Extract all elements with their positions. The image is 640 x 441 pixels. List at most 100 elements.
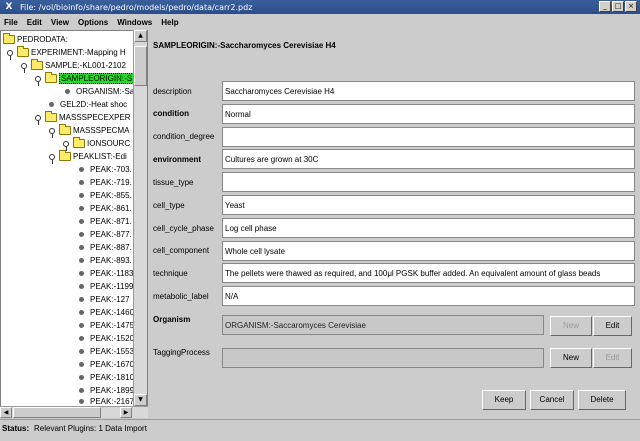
expand-toggle-icon[interactable] (35, 114, 41, 125)
tree-node[interactable]: PEAK:-877. (79, 228, 132, 241)
leaf-icon (79, 219, 84, 224)
tree-node[interactable]: GEL2D:-Heat shoc (49, 98, 127, 111)
leaf-icon (79, 375, 84, 380)
menubar: File Edit View Options Windows Help (0, 14, 640, 30)
leaf-icon (49, 102, 54, 107)
condition-field[interactable]: Normal (222, 104, 635, 124)
field-label-condition-degree: condition_degree (153, 132, 215, 141)
menu-windows[interactable]: Windows (117, 18, 152, 27)
status-bar: Status: Relevant Plugins: 1 Data Import (0, 419, 640, 441)
menu-edit[interactable]: Edit (27, 18, 42, 27)
tree-vertical-scrollbar[interactable]: ▲ ▼ (133, 30, 147, 408)
window-titlebar: X File: /vol/bioinfo/share/pedro/models/… (0, 0, 640, 14)
tagging-edit-button[interactable]: Edit (593, 348, 632, 368)
tree-horizontal-scrollbar[interactable]: ◀ ▶ (0, 406, 148, 418)
folder-icon (17, 46, 29, 57)
expand-toggle-icon[interactable] (35, 75, 41, 86)
cancel-button[interactable]: Cancel (530, 390, 574, 410)
field-label-organism: Organism (153, 315, 191, 324)
leaf-icon (79, 349, 84, 354)
tree-node[interactable]: SAMPLE:-KL001-2102 (21, 59, 126, 73)
tagging-new-button[interactable]: New (550, 348, 592, 368)
tree-node[interactable]: PEAK:-1199 (79, 280, 133, 293)
tree-node[interactable]: EXPERIMENT:-Mapping H (7, 46, 126, 60)
scroll-thumb[interactable] (13, 407, 101, 418)
environment-field[interactable]: Cultures are grown at 30C (222, 149, 635, 169)
scroll-up-icon[interactable]: ▲ (134, 30, 147, 42)
tagging-process-field (222, 348, 544, 368)
leaf-icon (79, 388, 84, 393)
leaf-icon (79, 310, 84, 315)
tissue-type-field[interactable] (222, 172, 635, 192)
folder-icon (59, 150, 71, 161)
tree-node[interactable]: PEAK:-127 (79, 293, 130, 306)
scroll-right-icon[interactable]: ▶ (120, 407, 132, 418)
tree-node[interactable]: PEAK:-893. (79, 254, 132, 267)
tree-node[interactable]: IONSOURC (63, 137, 130, 151)
tree-node[interactable]: PEAK:-887. (79, 241, 132, 254)
leaf-icon (79, 206, 84, 211)
tree-panel: PEDRODATA: EXPERIMENT:-Mapping H SAMPLE:… (0, 30, 148, 408)
tree-node[interactable]: PEAK:-719. (79, 176, 132, 189)
tree-node[interactable]: MASSSPECEXPER (35, 111, 131, 125)
tree-node[interactable]: ORGANISM:-Sa (65, 85, 134, 98)
description-field[interactable]: Saccharomyces Cerevisiae H4 (222, 81, 635, 101)
scroll-thumb[interactable] (134, 46, 147, 86)
close-button[interactable]: × (625, 1, 637, 12)
tree-node[interactable]: PEAK:-1460 (79, 306, 134, 319)
cell-component-field[interactable]: Whole cell lysate (222, 241, 635, 261)
tree-node[interactable]: PEAK:-1520 (79, 332, 134, 345)
menu-help[interactable]: Help (161, 18, 178, 27)
leaf-icon (79, 323, 84, 328)
tree-node[interactable]: PEAK:-855. (79, 189, 132, 202)
delete-button[interactable]: Delete (578, 390, 626, 410)
tree-node[interactable]: PEAK:-1183 (79, 267, 133, 280)
field-label-tagging-process: TaggingProcess (153, 348, 210, 357)
organism-edit-button[interactable]: Edit (593, 316, 632, 336)
leaf-icon (79, 180, 84, 185)
menu-file[interactable]: File (4, 18, 18, 27)
scroll-left-icon[interactable]: ◀ (0, 407, 12, 418)
tree-node[interactable]: PEAK:-1670 (79, 358, 134, 371)
leaf-icon (79, 399, 84, 404)
technique-field[interactable]: The pellets were thawed as required, and… (222, 263, 635, 283)
tree-node[interactable]: PEAK:-703. (79, 163, 132, 176)
folder-icon (45, 72, 57, 83)
expand-toggle-icon[interactable] (7, 49, 13, 60)
tree-node[interactable]: PEAK:-1810 (79, 371, 134, 384)
condition-degree-field[interactable] (222, 127, 635, 147)
status-text: Relevant Plugins: 1 Data Import (34, 424, 147, 433)
window-title: File: /vol/bioinfo/share/pedro/models/pe… (20, 2, 253, 12)
tree-node[interactable]: PEAK:-1553 (79, 345, 134, 358)
tree-node[interactable]: PEAK:-861. (79, 202, 132, 215)
menu-options[interactable]: Options (78, 18, 108, 27)
leaf-icon (79, 362, 84, 367)
scroll-down-icon[interactable]: ▼ (134, 394, 147, 406)
organism-new-button[interactable]: New (550, 316, 592, 336)
leaf-icon (79, 258, 84, 263)
expand-toggle-icon[interactable] (21, 62, 27, 73)
field-label-technique: technique (153, 269, 188, 278)
maximize-button[interactable]: □ (612, 1, 624, 12)
keep-button[interactable]: Keep (482, 390, 526, 410)
tree-node[interactable]: PEAK:-871. (79, 215, 132, 228)
tree-node[interactable]: MASSSPECMA (49, 124, 129, 138)
tree-node-selected[interactable]: SAMPLEORIGIN:-S (35, 72, 135, 86)
expand-toggle-icon[interactable] (49, 127, 55, 138)
cell-cycle-phase-field[interactable]: Log cell phase (222, 218, 635, 238)
expand-toggle-icon[interactable] (63, 140, 69, 151)
tree-node[interactable]: PEDRODATA: (3, 33, 68, 46)
tree-node[interactable]: PEAK:-1475 (79, 319, 134, 332)
tree-node[interactable]: PEAKLIST:-Edi (49, 150, 127, 164)
field-label-description: description (153, 87, 192, 96)
cell-type-field[interactable]: Yeast (222, 195, 635, 215)
menu-view[interactable]: View (51, 18, 69, 27)
leaf-icon (65, 89, 70, 94)
metabolic-label-field[interactable]: N/A (222, 286, 635, 306)
expand-toggle-icon[interactable] (49, 153, 55, 164)
leaf-icon (79, 297, 84, 302)
minimize-button[interactable]: _ (599, 1, 611, 12)
leaf-icon (79, 193, 84, 198)
field-label-cell-component: cell_component (153, 246, 210, 255)
status-label: Status: (2, 424, 30, 433)
